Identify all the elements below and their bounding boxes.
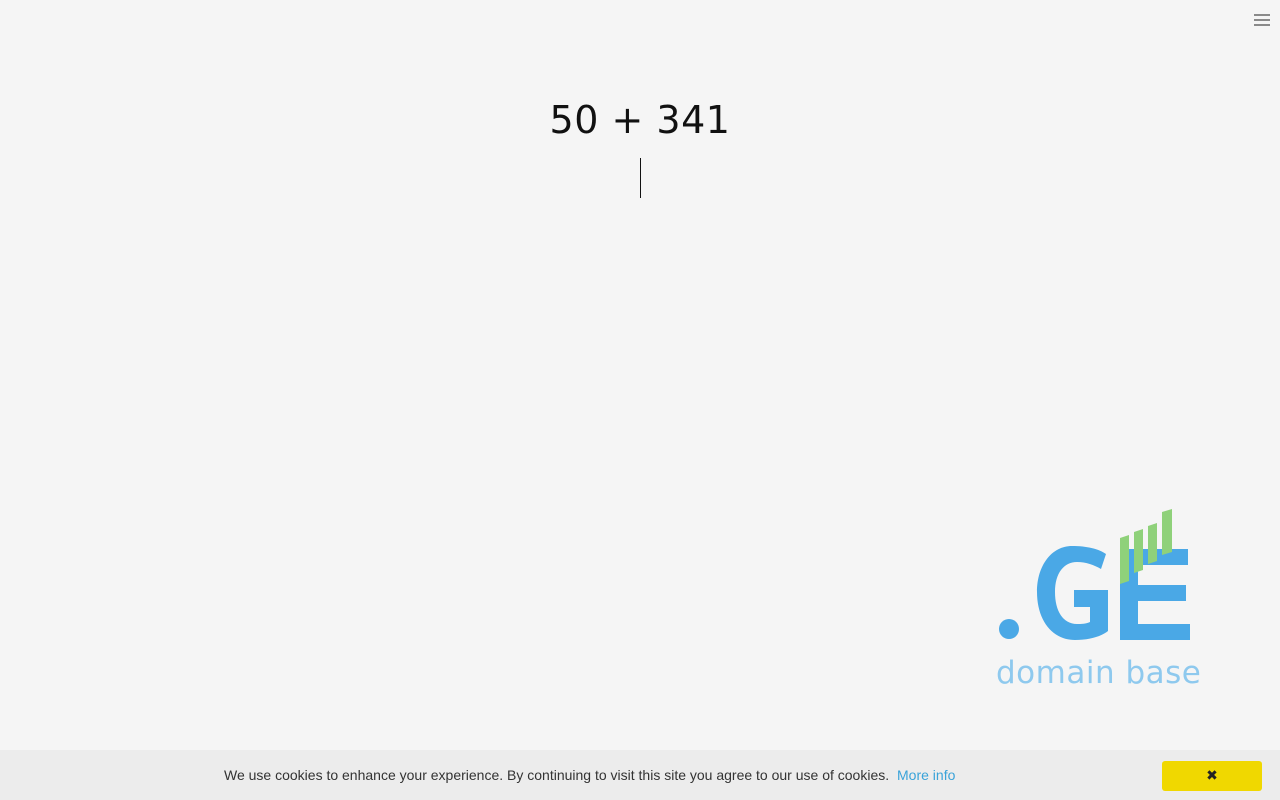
menu-line [1254,14,1270,16]
text-caret [640,158,641,198]
logo-bar-2 [1134,529,1143,573]
logo-bar-1 [1120,535,1129,584]
logo-bar-3 [1148,523,1157,564]
logo-letter-e [1120,549,1190,640]
hamburger-menu-icon[interactable] [1254,12,1270,28]
cookie-message-text: We use cookies to enhance your experienc… [224,767,890,783]
logo-bar-4 [1162,509,1172,555]
logo-letter-g [1037,546,1108,640]
menu-line [1254,19,1270,21]
page: 50 + 341 domain base We use cookies to e… [0,0,1280,800]
cookie-banner: We use cookies to enhance your experienc… [0,750,1280,800]
logo-dot [999,619,1019,639]
captcha-question: 50 + 341 [549,98,731,142]
cookie-message: We use cookies to enhance your experienc… [224,767,955,783]
logo-tagline: domain base [996,655,1202,691]
more-info-link[interactable]: More info [897,767,955,783]
menu-line [1254,24,1270,26]
captcha-answer-input[interactable] [440,156,844,202]
cookie-close-button[interactable]: ✖ [1162,761,1262,791]
